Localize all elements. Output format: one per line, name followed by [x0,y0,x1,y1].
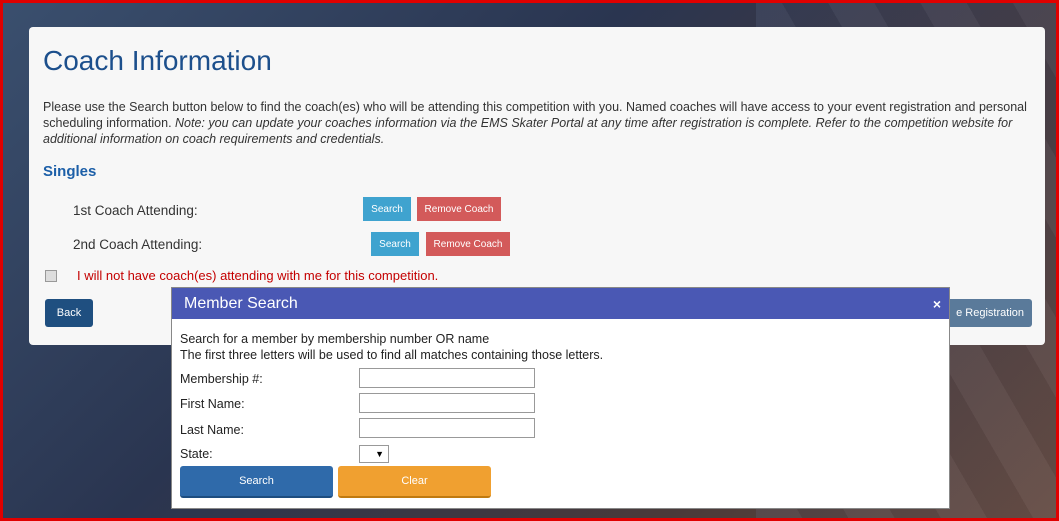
coach1-search-button[interactable]: Search [363,197,411,221]
no-coach-label: I will not have coach(es) attending with… [77,268,439,283]
modal-instruction-2: The first three letters will be used to … [180,348,604,362]
coach2-remove-button[interactable]: Remove Coach [426,232,510,256]
coach1-remove-button[interactable]: Remove Coach [417,197,501,221]
intro-note: Note: you can update your coaches inform… [43,116,1013,146]
first-name-label: First Name: [180,397,245,411]
coach2-label: 2nd Coach Attending: [73,237,203,252]
coach1-label: 1st Coach Attending: [73,203,198,218]
close-icon[interactable]: × [933,296,941,312]
modal-instruction-1: Search for a member by membership number… [180,332,490,346]
browser-frame: Coach Information Please use the Search … [0,0,1059,521]
modal-title: Member Search [184,294,298,312]
page-title: Coach Information [43,45,272,76]
membership-input[interactable] [359,368,535,388]
no-coach-checkbox[interactable] [45,269,57,282]
modal-clear-button[interactable]: Clear [338,466,491,498]
coach2-search-button[interactable]: Search [371,232,419,256]
membership-label: Membership #: [180,372,263,386]
first-name-input[interactable] [359,393,535,413]
state-select[interactable]: ▼ [359,445,389,463]
intro-text: Please use the Search button below to fi… [43,99,1028,147]
member-search-modal: Member Search × Search for a member by m… [171,287,950,509]
section-singles: Singles [43,163,97,180]
modal-search-button[interactable]: Search [180,466,333,498]
registration-button[interactable]: e Registration [947,299,1032,327]
back-button[interactable]: Back [45,299,93,327]
chevron-down-icon: ▼ [375,449,384,459]
state-label: State: [180,447,213,461]
modal-header: Member Search × [172,288,949,319]
last-name-input[interactable] [359,418,535,438]
no-coach-row: I will not have coach(es) attending with… [45,268,438,283]
last-name-label: Last Name: [180,423,244,437]
